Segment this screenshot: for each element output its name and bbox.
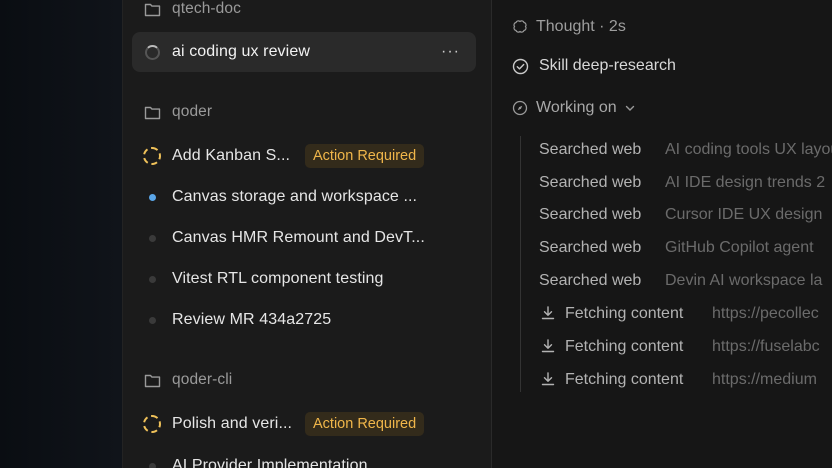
folder-icon — [142, 370, 162, 390]
thought-icon — [512, 19, 530, 35]
skill-row[interactable]: Skill deep-research — [512, 51, 676, 81]
download-icon — [540, 305, 556, 326]
status-dot — [142, 228, 162, 248]
session-item[interactable]: Polish and veri... Action Required — [123, 404, 493, 444]
pending-status-icon — [142, 414, 162, 434]
activity-action: Searched web — [539, 141, 642, 158]
session-item-ai-coding-ux-review[interactable]: ai coding ux review ··· — [123, 32, 493, 72]
thought-label: Thought · 2s — [536, 18, 626, 35]
activity-action: Fetching content — [565, 305, 684, 322]
activity-action: Searched web — [539, 206, 642, 223]
action-required-badge: Action Required — [305, 412, 425, 436]
group-qtech-doc[interactable]: qtech-doc — [123, 0, 493, 29]
thought-row[interactable]: Thought · 2s — [512, 12, 626, 42]
session-item[interactable]: Review MR 434a2725 — [123, 300, 493, 340]
group-label: qoder — [172, 103, 213, 120]
activity-detail[interactable]: GitHub Copilot agent — [665, 239, 814, 257]
activity-action: Searched web — [539, 174, 642, 191]
folder-icon — [142, 102, 162, 122]
group-label: qoder-cli — [172, 371, 233, 388]
group-label: qtech-doc — [172, 0, 241, 17]
session-item[interactable]: Canvas HMR Remount and DevT... — [123, 218, 493, 258]
session-label: Canvas storage and workspace ... — [172, 188, 418, 205]
activity-detail[interactable]: https://pecollec — [712, 305, 819, 323]
activity-detail[interactable]: AI coding tools UX layout — [665, 141, 832, 159]
action-required-badge: Action Required — [305, 144, 425, 168]
activity-tree-line — [520, 136, 521, 392]
more-options-button[interactable]: ··· — [441, 43, 460, 61]
activity-detail[interactable]: Devin AI workspace la — [665, 272, 822, 290]
group-qoder[interactable]: qoder — [123, 92, 493, 132]
session-item[interactable]: Vitest RTL component testing — [123, 259, 493, 299]
session-label: Vitest RTL component testing — [172, 270, 384, 287]
working-on-label: Working on — [536, 99, 617, 116]
desktop-background — [0, 0, 122, 468]
session-item[interactable]: AI Provider Implementation — [123, 446, 493, 468]
download-icon — [540, 338, 556, 359]
pending-status-icon — [142, 146, 162, 166]
session-label: Add Kanban S... — [172, 147, 291, 164]
chevron-down-icon[interactable] — [625, 105, 635, 112]
activity-detail[interactable]: https://fuselabc — [712, 338, 820, 356]
group-qoder-cli[interactable]: qoder-cli — [123, 360, 493, 400]
active-status-dot — [142, 187, 162, 207]
skill-label: Skill deep-research — [539, 57, 676, 74]
session-item[interactable]: Canvas storage and workspace ... — [123, 177, 493, 217]
session-label: ai coding ux review — [172, 43, 310, 60]
loading-spinner-icon — [142, 42, 162, 62]
check-circle-icon — [512, 58, 530, 75]
status-dot — [142, 456, 162, 468]
activity-action: Fetching content — [565, 371, 684, 388]
activity-detail[interactable]: AI IDE design trends 2 — [665, 174, 825, 192]
status-dot — [142, 269, 162, 289]
status-dot — [142, 310, 162, 330]
compass-icon — [512, 100, 530, 116]
session-label: Canvas HMR Remount and DevT... — [172, 229, 425, 246]
session-label: Review MR 434a2725 — [172, 311, 332, 328]
sidebar: qtech-doc ai coding ux review ··· qoder … — [122, 0, 492, 468]
activity-action: Fetching content — [565, 338, 684, 355]
session-label: Polish and veri... — [172, 415, 293, 432]
folder-icon — [142, 0, 162, 19]
activity-detail[interactable]: https://medium — [712, 371, 817, 389]
activity-action: Searched web — [539, 239, 642, 256]
session-label: AI Provider Implementation — [172, 457, 368, 468]
session-item[interactable]: Add Kanban S... Action Required — [123, 136, 493, 176]
activity-detail[interactable]: Cursor IDE UX design — [665, 206, 822, 224]
activity-action: Searched web — [539, 272, 642, 289]
working-on-row[interactable]: Working on — [512, 93, 635, 123]
download-icon — [540, 371, 556, 392]
